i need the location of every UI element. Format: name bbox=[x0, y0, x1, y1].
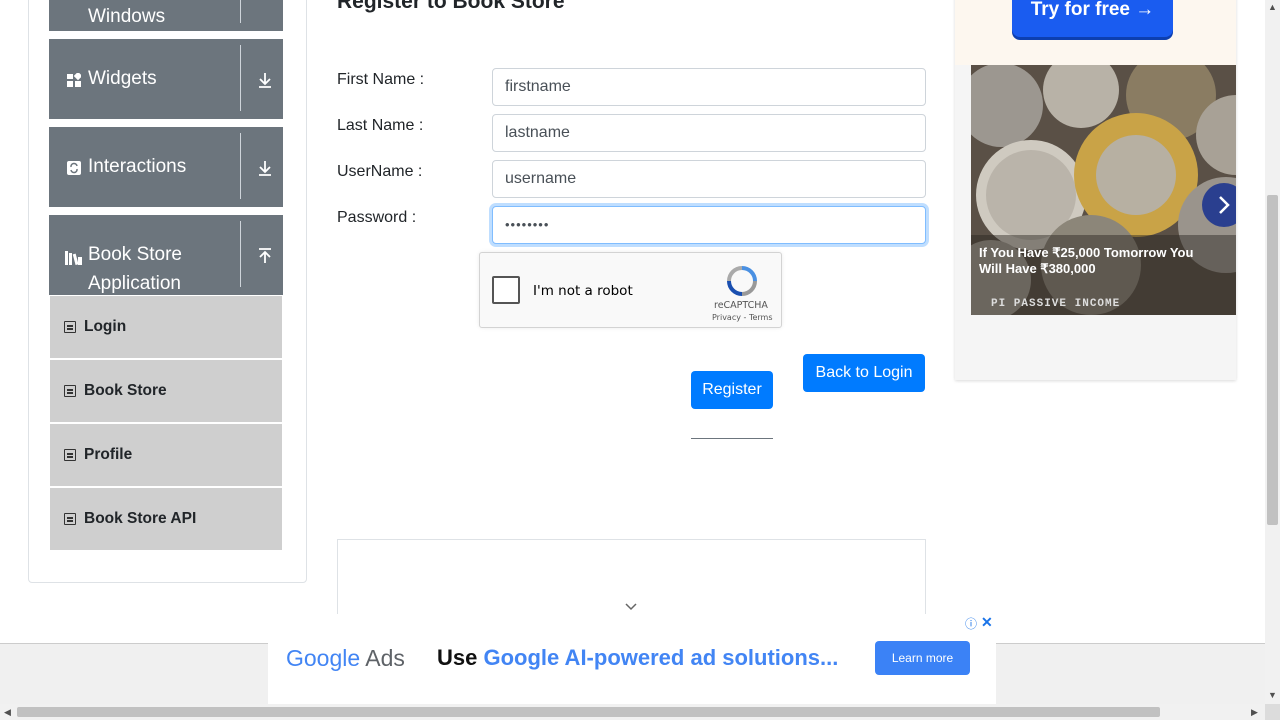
recaptcha-label: I'm not a robot bbox=[533, 283, 633, 299]
sidebar-item-book-store[interactable]: Book Store bbox=[50, 360, 282, 422]
recaptcha-widget: I'm not a robot reCAPTCHA Privacy - Term… bbox=[479, 252, 782, 328]
try-for-free-button[interactable]: Try for free → bbox=[1012, 0, 1173, 37]
last-name-input[interactable]: lastname bbox=[492, 114, 926, 152]
sidebar-group-windows[interactable]: Windows bbox=[49, 0, 283, 31]
list-icon bbox=[64, 385, 76, 397]
vertical-scroll-thumb[interactable] bbox=[1267, 195, 1278, 525]
books-icon bbox=[65, 251, 82, 265]
sidebar-group-label: Book Store bbox=[88, 244, 182, 265]
first-name-input[interactable]: firstname bbox=[492, 68, 926, 106]
sidebar-item-label: Book Store bbox=[84, 382, 167, 399]
sidebar-group-label: Widgets bbox=[88, 68, 157, 89]
scrollbar-corner bbox=[1265, 704, 1280, 720]
recaptcha-brand: reCAPTCHA bbox=[714, 300, 768, 311]
horizontal-scroll-thumb[interactable] bbox=[17, 707, 1160, 717]
list-icon bbox=[64, 449, 76, 461]
chevron-down-icon[interactable] bbox=[624, 600, 638, 614]
list-icon bbox=[64, 513, 76, 525]
ad-brand: PI PASSIVE INCOME bbox=[991, 298, 1121, 310]
sidebar-item-label: Book Store API bbox=[84, 510, 197, 527]
sidebar-item-book-store-api[interactable]: Book Store API bbox=[50, 488, 282, 550]
scroll-left-icon[interactable]: ◀ bbox=[4, 707, 11, 718]
list-icon bbox=[64, 321, 76, 333]
last-name-label: Last Name : bbox=[337, 117, 424, 134]
info-icon[interactable]: ⓘ bbox=[965, 615, 977, 632]
back-to-login-button[interactable]: Back to Login bbox=[803, 354, 925, 392]
sidebar-group-book-store-application[interactable]: Book Store Application bbox=[49, 215, 283, 295]
username-input[interactable]: username bbox=[492, 160, 926, 198]
divider bbox=[240, 221, 241, 287]
password-label: Password : bbox=[337, 209, 417, 226]
divider bbox=[691, 438, 773, 439]
sidebar-group-label: Interactions bbox=[88, 156, 187, 177]
sidebar-item-login[interactable]: Login bbox=[50, 296, 282, 358]
scroll-right-icon[interactable]: ▶ bbox=[1251, 707, 1258, 718]
chevron-right-icon bbox=[1219, 196, 1230, 214]
divider bbox=[240, 0, 241, 23]
upload-arrow-icon[interactable] bbox=[256, 247, 274, 265]
coins-image: If You Have ₹25,000 Tomorrow You Will Ha… bbox=[971, 65, 1236, 315]
sidebar-item-profile[interactable]: Profile bbox=[50, 424, 282, 486]
google-ads-logo-google: Google bbox=[286, 645, 361, 671]
recaptcha-checkbox[interactable] bbox=[492, 276, 520, 304]
page: Windows Widgets Interactions Book Store … bbox=[0, 0, 1280, 720]
widgets-icon bbox=[67, 73, 81, 87]
sidebar-group-label: Windows bbox=[88, 6, 166, 27]
sidebar-item-label: Login bbox=[84, 318, 127, 335]
download-arrow-icon[interactable] bbox=[256, 71, 274, 89]
username-label: UserName : bbox=[337, 163, 423, 180]
ad-caption: If You Have ₹25,000 Tomorrow You Will Ha… bbox=[979, 245, 1194, 276]
scroll-down-icon[interactable]: ▼ bbox=[1268, 690, 1277, 700]
sidebar-item-label: Profile bbox=[84, 446, 133, 463]
vertical-scrollbar[interactable]: ▲ ▼ bbox=[1265, 0, 1280, 704]
google-ads-logo-ads: Ads bbox=[365, 645, 405, 671]
learn-more-button[interactable]: Learn more bbox=[875, 641, 970, 675]
divider bbox=[240, 133, 241, 199]
google-ads-logo: Google Ads bbox=[286, 645, 405, 672]
register-button[interactable]: Register bbox=[691, 371, 773, 409]
page-title: Register to Book Store bbox=[337, 0, 565, 13]
sidebar-group-widgets[interactable]: Widgets bbox=[49, 39, 283, 119]
password-input[interactable]: •••••••• bbox=[492, 206, 926, 244]
ad-headline-plain: Use bbox=[437, 645, 484, 670]
coins-graphic bbox=[971, 65, 1236, 315]
first-name-label: First Name : bbox=[337, 71, 425, 88]
download-arrow-icon[interactable] bbox=[256, 159, 274, 177]
ad-headline: Use Google AI-powered ad solutions... bbox=[437, 645, 838, 671]
side-ad[interactable]: Try for free → If You Have ₹25,000 Tomor… bbox=[955, 0, 1236, 380]
recaptcha-links[interactable]: Privacy - Terms bbox=[712, 313, 773, 322]
scroll-up-icon[interactable]: ▲ bbox=[1268, 2, 1277, 12]
google-ads-banner[interactable]: Google Ads Use Google AI-powered ad solu… bbox=[268, 614, 996, 704]
interactions-icon bbox=[67, 161, 81, 175]
divider bbox=[240, 45, 241, 111]
close-icon[interactable]: ✕ bbox=[981, 614, 993, 631]
ad-headline-accent: Google AI-powered ad solutions... bbox=[483, 645, 839, 670]
horizontal-scrollbar[interactable]: ◀ ▶ bbox=[0, 704, 1265, 720]
sidebar-group-label: Application bbox=[88, 273, 181, 294]
sidebar-group-interactions[interactable]: Interactions bbox=[49, 127, 283, 207]
recaptcha-logo-icon bbox=[727, 266, 757, 296]
